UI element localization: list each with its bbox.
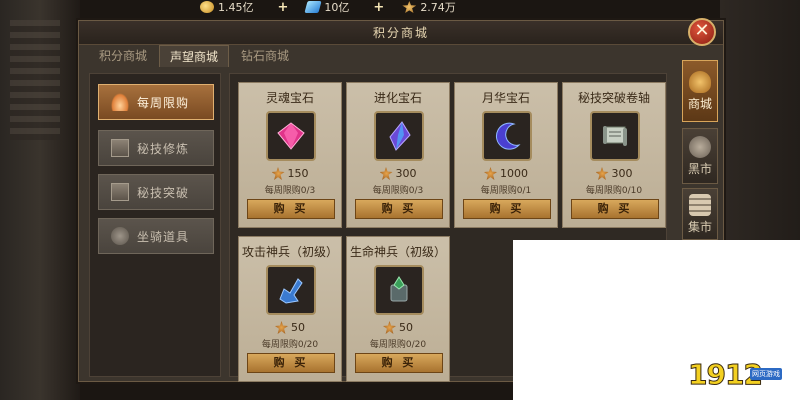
prestige-medal-icon [402, 1, 417, 13]
category-panel: 每周限购 秘技修炼 秘技突破 坐骑道具 [89, 73, 221, 377]
purchase-limit: 每周限购0/20 [369, 340, 427, 350]
category-label: 坐骑道具 [137, 229, 190, 244]
money-bag-icon [689, 70, 711, 93]
item-price: 300 [611, 167, 633, 180]
gold-amount: 1.45亿 [218, 1, 254, 14]
gold-coin-icon [200, 1, 214, 13]
item-card: 秘技突破卷轴 300 每周限购0/10 购 买 [562, 82, 666, 228]
fire-icon [111, 93, 129, 111]
purchase-limit: 每周限购0/3 [372, 186, 424, 196]
price-row: 150 [239, 167, 341, 180]
window-title: 积分商城 [79, 21, 723, 45]
purchase-limit: 每周限购0/1 [480, 186, 532, 196]
evolution-gem-icon [389, 121, 411, 151]
item-name: 攻击神兵（初级） [241, 245, 338, 259]
background-left-scenery [0, 0, 80, 400]
buy-button[interactable]: 购 买 [355, 199, 443, 219]
price-row: 300 [563, 167, 665, 180]
price-row: 300 [347, 167, 449, 180]
item-icon-frame[interactable] [266, 111, 316, 161]
mount-icon [111, 227, 129, 245]
life-weapon-icon [390, 276, 408, 302]
attack-weapon-icon [279, 278, 303, 304]
prestige-medal-icon [484, 167, 497, 180]
side-tab-label: 集市 [687, 219, 712, 234]
category-label: 每周限购 [137, 95, 190, 110]
item-price: 150 [287, 167, 309, 180]
category-label: 秘技突破 [137, 185, 190, 200]
book-icon [111, 183, 129, 201]
book-icon [111, 139, 129, 157]
side-tab-market[interactable]: 集市 [682, 188, 718, 240]
category-mount-items[interactable]: 坐骑道具 [98, 218, 214, 254]
item-card: 进化宝石 300 每周限购0/3 购 买 [346, 82, 450, 228]
shop-tabs: 积分商城 声望商城 钻石商城 [89, 45, 299, 67]
purchase-limit: 每周限购0/3 [264, 186, 316, 196]
item-card: 月华宝石 1000 每周限购0/1 购 买 [454, 82, 558, 228]
item-price: 50 [291, 321, 305, 334]
moon-gem-icon [496, 122, 521, 150]
buy-button[interactable]: 购 买 [247, 353, 335, 373]
soul-gem-icon [277, 122, 305, 150]
side-tab-shop[interactable]: 商城 [682, 60, 718, 122]
purchase-limit: 每周限购0/10 [585, 186, 643, 196]
tab-prestige-shop[interactable]: 声望商城 [159, 45, 230, 67]
category-skill-training[interactable]: 秘技修炼 [98, 130, 214, 166]
buy-button[interactable]: 购 买 [247, 199, 335, 219]
purchase-limit: 每周限购0/20 [261, 340, 319, 350]
buy-button[interactable]: 购 买 [355, 353, 443, 373]
prestige-medal-icon [379, 167, 393, 180]
tab-points-shop[interactable]: 积分商城 [89, 45, 157, 67]
add-prestige-icon[interactable]: + [373, 0, 384, 15]
prestige-amount: 2.74万 [420, 1, 456, 14]
item-name: 灵魂宝石 [265, 91, 314, 105]
resource-diamond: 10亿 [304, 0, 350, 15]
price-row: 50 [239, 321, 341, 334]
category-weekly-limited[interactable]: 每周限购 [98, 84, 214, 120]
prestige-medal-icon [271, 167, 285, 180]
item-name: 秘技突破卷轴 [577, 91, 650, 105]
side-tab-black-market[interactable]: 黑市 [682, 128, 718, 184]
resource-prestige: 2.74万 [402, 0, 456, 15]
item-icon-frame[interactable] [374, 265, 424, 315]
prestige-medal-icon [383, 321, 396, 334]
item-card: 灵魂宝石 150 每周限购0/3 购 买 [238, 82, 342, 228]
item-card: 生命神兵（初级） 50 每周限购0/20 购 买 [346, 236, 450, 382]
item-name: 月华宝石 [481, 91, 530, 105]
buy-button[interactable]: 购 买 [571, 199, 659, 219]
item-price: 1000 [500, 167, 528, 180]
price-row: 50 [347, 321, 449, 334]
add-diamond-icon[interactable]: + [278, 0, 289, 15]
merchant-icon [689, 135, 711, 158]
resource-bar: 1.45亿 + 10亿 + 2.74万 [200, 0, 540, 15]
item-price: 300 [395, 167, 417, 180]
prestige-medal-icon [275, 321, 288, 334]
item-name: 进化宝石 [373, 91, 422, 105]
scroll-icon [603, 126, 627, 146]
item-icon-frame[interactable] [374, 111, 424, 161]
close-button[interactable]: ✕ [688, 18, 716, 46]
item-icon-frame[interactable] [482, 111, 532, 161]
prestige-medal-icon [595, 167, 609, 180]
category-label: 秘技修炼 [137, 141, 190, 156]
coin-stack-icon [689, 193, 711, 216]
category-skill-breakthrough[interactable]: 秘技突破 [98, 174, 214, 210]
price-row: 1000 [455, 167, 557, 180]
item-card: 攻击神兵（初级） 50 每周限购0/20 购 买 [238, 236, 342, 382]
item-price: 50 [399, 321, 413, 334]
buy-button[interactable]: 购 买 [463, 199, 551, 219]
resource-gold: 1.45亿 [200, 0, 254, 15]
item-name: 生命神兵（初级） [349, 245, 446, 259]
side-tab-label: 黑市 [687, 161, 712, 176]
item-icon-frame[interactable] [590, 111, 640, 161]
site-logo-subtitle: 网页游戏 [750, 368, 782, 380]
diamond-amount: 10亿 [324, 1, 350, 14]
item-icon-frame[interactable] [266, 265, 316, 315]
side-tab-label: 商城 [687, 96, 712, 111]
tab-diamond-shop[interactable]: 钻石商城 [231, 45, 299, 67]
diamond-icon [304, 1, 323, 13]
